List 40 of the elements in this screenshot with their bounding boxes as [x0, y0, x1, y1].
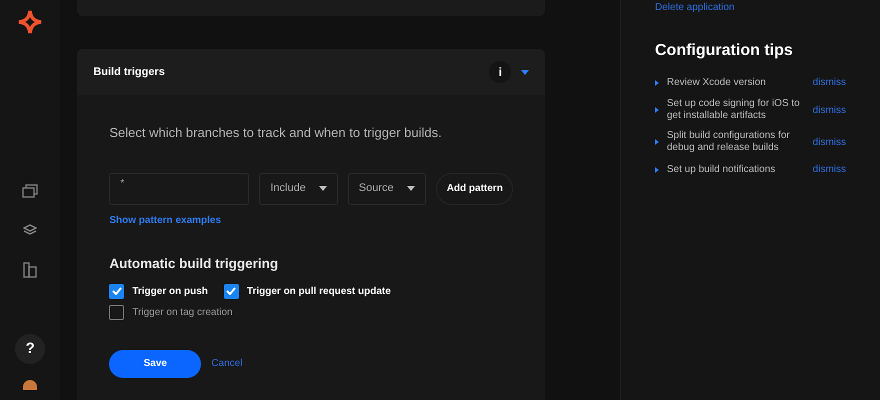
- add-pattern-button[interactable]: Add pattern: [436, 172, 514, 204]
- dismiss-link[interactable]: dismiss: [812, 162, 846, 177]
- bullet-icon: [655, 80, 659, 86]
- target-dropdown[interactable]: Source: [348, 172, 426, 204]
- section-title: Automatic build triggering: [109, 254, 280, 273]
- caret-icon: [318, 186, 327, 191]
- avatar[interactable]: [23, 380, 38, 390]
- help-button[interactable]: ?: [15, 334, 46, 364]
- delete-application-link[interactable]: Delete application: [655, 0, 734, 15]
- bullet-icon: [655, 139, 659, 145]
- checkbox-label: Trigger on tag creation: [132, 306, 233, 320]
- checkbox-label: Trigger on pull request update: [246, 284, 391, 299]
- bullet-icon: [655, 107, 659, 113]
- tip-text: Set up code signing for iOS to get installable artifacts: [666, 98, 801, 122]
- tips-title: Configuration tips: [655, 41, 794, 61]
- checkbox[interactable]: [109, 284, 124, 299]
- dismiss-link[interactable]: dismiss: [812, 134, 846, 150]
- logo-icon: [18, 10, 42, 34]
- tip-text: Review Xcode version: [666, 76, 767, 88]
- description: Select which branches to track and when to trigger builds.: [109, 124, 443, 142]
- folders-icon[interactable]: [22, 184, 38, 198]
- tip-text: Set up build notifications: [666, 164, 776, 176]
- show-pattern-examples-link[interactable]: Show pattern examples: [109, 212, 222, 228]
- pattern-field[interactable]: *: [109, 172, 250, 204]
- checkbox[interactable]: [109, 304, 124, 320]
- info-button[interactable]: i: [489, 61, 512, 83]
- card-title: Build triggers: [93, 64, 165, 80]
- checkbox[interactable]: [224, 284, 239, 299]
- save-button[interactable]: Save: [109, 350, 202, 378]
- caret-icon[interactable]: [521, 70, 530, 74]
- dismiss-link[interactable]: dismiss: [812, 75, 846, 90]
- caret-icon: [407, 186, 416, 191]
- layers-icon[interactable]: [23, 224, 38, 236]
- bullet-icon: [655, 166, 659, 172]
- tip-text: Split build configurations for debug and release builds: [666, 130, 791, 154]
- panel-icon[interactable]: [23, 262, 38, 278]
- mode-dropdown[interactable]: Include: [259, 172, 338, 204]
- cancel-link[interactable]: Cancel: [211, 356, 242, 372]
- dismiss-link[interactable]: dismiss: [812, 102, 846, 118]
- checkbox-label: Trigger on push: [132, 284, 208, 299]
